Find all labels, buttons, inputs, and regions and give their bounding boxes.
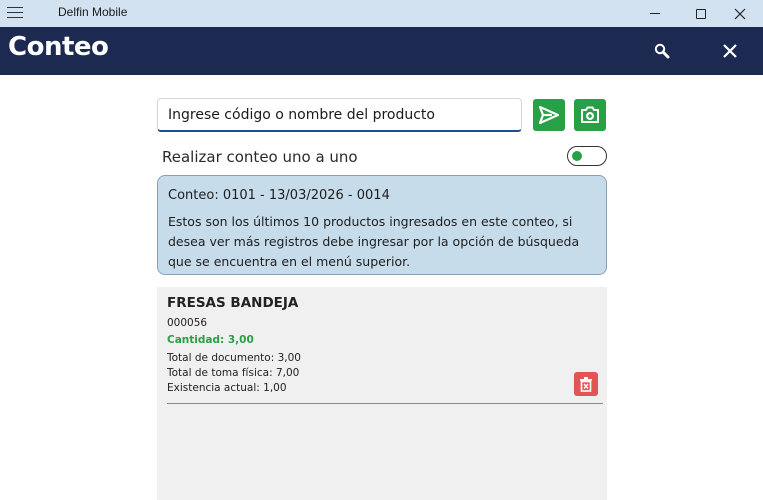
count-title: Conteo: 0101 - 13/03/2026 - 0014 <box>168 188 390 203</box>
close-page-button[interactable] <box>716 37 744 65</box>
trash-icon <box>580 377 592 392</box>
info-message: Estos son los últimos 10 productos ingre… <box>168 214 580 269</box>
search-icon <box>654 43 670 59</box>
minimize-icon <box>650 13 660 14</box>
camera-scan-button[interactable] <box>574 99 606 131</box>
app-header: Conteo <box>0 27 763 75</box>
info-panel: Conteo: 0101 - 13/03/2026 - 0014 Estos s… <box>157 175 607 275</box>
submit-button[interactable] <box>533 99 565 131</box>
count-one-by-one-toggle[interactable] <box>567 146 607 166</box>
current-stock: Existencia actual: 1,00 <box>167 382 287 394</box>
maximize-icon <box>696 8 706 19</box>
delete-item-button[interactable] <box>574 372 598 396</box>
search-button[interactable] <box>648 37 676 65</box>
camera-plus-icon <box>581 106 599 123</box>
minimize-button[interactable] <box>632 0 678 27</box>
product-code: 000056 <box>167 317 208 329</box>
close-icon <box>723 44 737 58</box>
total-physical: Total de toma física: 7,00 <box>167 367 300 379</box>
hamburger-menu-icon[interactable] <box>7 7 23 19</box>
window-title: Delfin Mobile <box>58 5 128 19</box>
window-titlebar: Delfin Mobile <box>0 0 763 27</box>
product-list: FRESAS BANDEJA 000056 Cantidad: 3,00 Tot… <box>157 287 607 500</box>
product-quantity: Cantidad: 3,00 <box>167 334 254 346</box>
product-name: FRESAS BANDEJA <box>167 295 299 311</box>
close-icon <box>734 8 746 19</box>
list-item[interactable]: FRESAS BANDEJA 000056 Cantidad: 3,00 Tot… <box>167 295 603 404</box>
page-title: Conteo <box>8 32 109 62</box>
toggle-knob <box>572 151 582 161</box>
send-icon <box>538 105 560 125</box>
window-close-button[interactable] <box>717 0 763 27</box>
count-one-by-one-label: Realizar conteo uno a uno <box>162 148 358 166</box>
total-document: Total de documento: 3,00 <box>167 352 301 364</box>
product-search-input[interactable] <box>157 98 522 132</box>
